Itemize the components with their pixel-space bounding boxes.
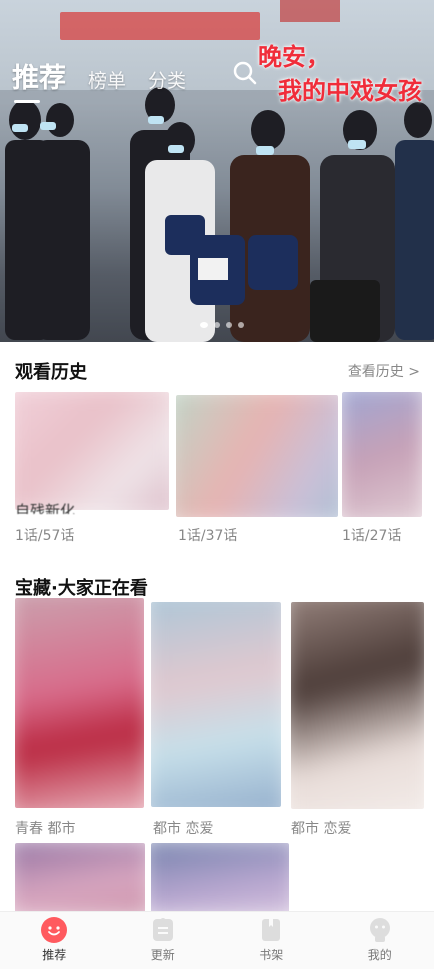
comic-card-cover[interactable] bbox=[151, 602, 281, 807]
comic-card-tags: 青春 都市 bbox=[15, 821, 76, 837]
history-item-cover[interactable] bbox=[15, 392, 169, 510]
comic-card-cover[interactable] bbox=[151, 843, 289, 913]
bottom-tab-profile[interactable]: 我的 bbox=[326, 912, 434, 969]
carousel-dot[interactable] bbox=[226, 322, 232, 328]
comic-card-cover[interactable] bbox=[291, 602, 424, 809]
bottom-tab-update[interactable]: 更新 bbox=[109, 912, 218, 969]
view-history-link[interactable]: 查看历史 > bbox=[348, 361, 420, 381]
profile-icon bbox=[369, 918, 390, 942]
history-item-progress: 1话/57话 bbox=[15, 528, 75, 544]
search-icon bbox=[233, 61, 257, 85]
banner-title-line1: 晚安， bbox=[258, 43, 330, 71]
banner-title: 晚安， 我的中戏女孩 bbox=[258, 40, 422, 108]
comic-card-tags: 都市 恋爱 bbox=[153, 821, 214, 837]
tab-label: 推荐 bbox=[42, 948, 67, 962]
carousel-dot[interactable] bbox=[238, 322, 244, 328]
comic-card-cover[interactable] bbox=[15, 598, 144, 808]
tab-label: 更新 bbox=[150, 948, 175, 962]
recommend-icon bbox=[41, 917, 68, 943]
comic-card-tags: 都市 恋爱 bbox=[291, 821, 352, 837]
carousel-dot[interactable] bbox=[200, 322, 208, 328]
tab-ranking[interactable]: 榜单 bbox=[88, 66, 126, 93]
tab-label: 我的 bbox=[367, 948, 392, 962]
history-item-cover[interactable] bbox=[176, 395, 338, 517]
banner-title-line2: 我的中戏女孩 bbox=[278, 77, 422, 105]
update-icon bbox=[152, 918, 173, 941]
bottom-tab-recommend[interactable]: 推荐 bbox=[0, 912, 109, 969]
search-button[interactable] bbox=[232, 60, 258, 86]
hero-nav-tabs: 推荐 榜单 分类 bbox=[12, 56, 186, 103]
history-item-progress: 1话/27话 bbox=[342, 528, 402, 544]
history-item-cover[interactable] bbox=[342, 392, 422, 517]
tab-label: 书架 bbox=[259, 948, 284, 962]
bottom-tab-bar: 推荐 更新 书架 我的 bbox=[0, 911, 434, 969]
carousel-indicator bbox=[200, 322, 244, 328]
tab-category[interactable]: 分类 bbox=[148, 66, 186, 93]
treasure-section-title: 宝藏·大家正在看 bbox=[15, 578, 148, 599]
history-item-title: 自残新化 bbox=[15, 502, 76, 514]
bookshelf-icon bbox=[262, 919, 281, 941]
hero-banner[interactable]: 推荐 榜单 分类 晚安， 我的中戏女孩 bbox=[0, 0, 434, 342]
bottom-tab-bookshelf[interactable]: 书架 bbox=[217, 912, 326, 969]
tab-recommend[interactable]: 推荐 bbox=[12, 56, 66, 103]
comic-card-cover[interactable] bbox=[15, 843, 145, 913]
history-section-title: 观看历史 bbox=[15, 362, 87, 383]
history-item-progress: 1话/37话 bbox=[178, 528, 238, 544]
carousel-dot[interactable] bbox=[214, 322, 220, 328]
